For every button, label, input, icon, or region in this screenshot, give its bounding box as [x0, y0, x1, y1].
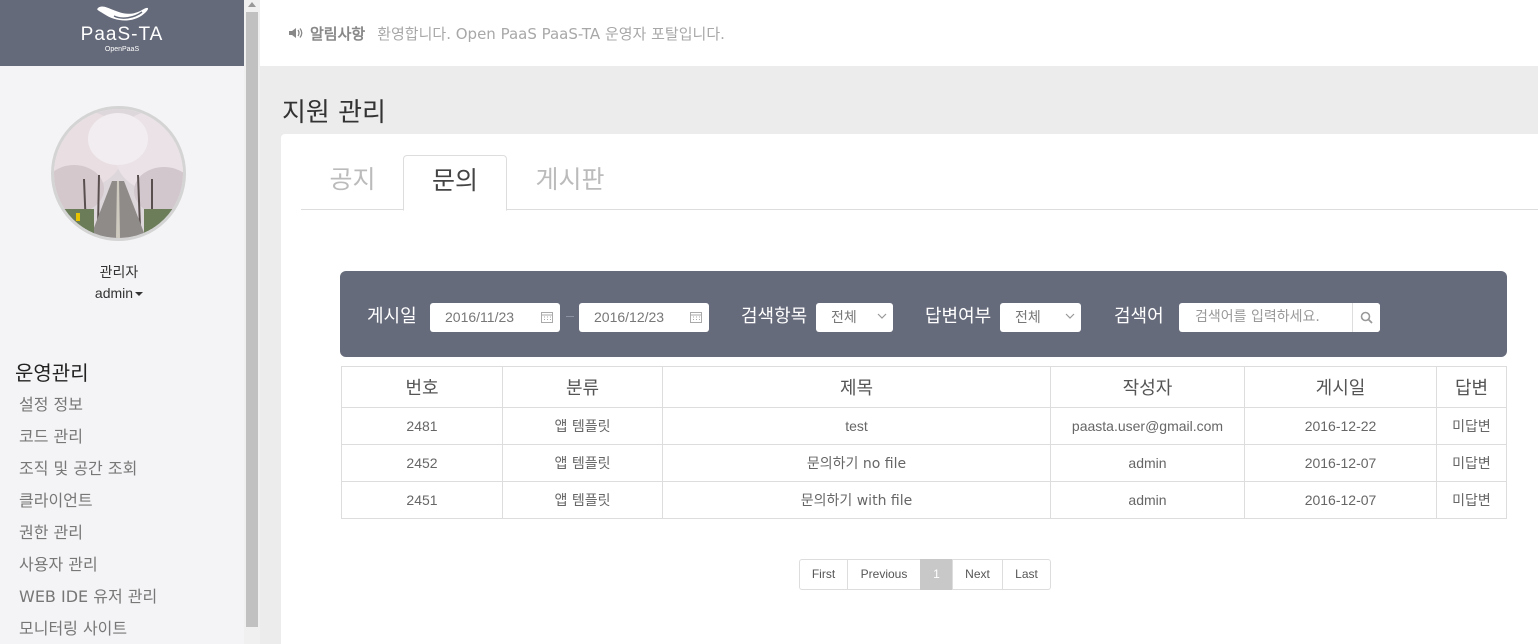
speaker-icon: [289, 28, 303, 38]
logo-swoosh-icon: [97, 6, 149, 21]
sidebar-scrollbar[interactable]: [244, 0, 260, 644]
page-next-button[interactable]: Next: [952, 559, 1003, 590]
keyword-label: 검색어: [1114, 306, 1164, 327]
date-to-value: 2016/12/23: [594, 309, 665, 325]
scroll-up-arrow-icon[interactable]: [248, 2, 256, 7]
cell-date: 2016-12-07: [1244, 444, 1437, 482]
scroll-thumb[interactable]: [246, 12, 258, 627]
cell-date: 2016-12-07: [1244, 481, 1437, 519]
field-select[interactable]: 전체: [816, 303, 893, 332]
user-name: admin: [94, 285, 134, 301]
chevron-down-icon: [877, 313, 887, 319]
main-panel: 공지 문의 게시판 게시일 2016/11/23 2016/12/23 검색항목…: [281, 134, 1538, 644]
cell-author: admin: [1050, 444, 1245, 482]
tab-notice[interactable]: 공지: [301, 155, 404, 210]
sidebar-item-code[interactable]: 코드 관리: [19, 426, 157, 458]
keyword-placeholder: 검색어를 입력하세요.: [1195, 309, 1320, 325]
tab-board[interactable]: 게시판: [507, 155, 633, 210]
date-label: 게시일: [367, 306, 417, 327]
col-header-title[interactable]: 제목: [662, 366, 1051, 408]
cell-category: 앱 템플릿: [502, 481, 663, 519]
sidebar-item-monitoring[interactable]: 모니터링 사이트: [19, 618, 157, 644]
cell-title-link[interactable]: 문의하기 with file: [662, 481, 1051, 519]
user-menu-dropdown[interactable]: admin: [0, 285, 238, 301]
sidebar-menu: 설정 정보 코드 관리 조직 및 공간 조회 클라이언트 권한 관리 사용자 관…: [19, 394, 157, 644]
page-last-button[interactable]: Last: [1002, 559, 1051, 590]
col-header-number[interactable]: 번호: [341, 366, 503, 408]
cell-date: 2016-12-22: [1244, 407, 1437, 445]
col-header-date[interactable]: 게시일: [1244, 366, 1437, 408]
page-current[interactable]: 1: [920, 559, 953, 590]
answer-select[interactable]: 전체: [1000, 303, 1081, 332]
page-first-button[interactable]: First: [799, 559, 848, 590]
menu-section-title: 운영관리: [15, 361, 89, 385]
sidebar-item-settings[interactable]: 설정 정보: [19, 394, 157, 426]
inquiry-table: 번호 분류 제목 작성자 게시일 답변 2481 앱 템플릿 test paas…: [341, 366, 1507, 519]
sidebar-item-permission[interactable]: 권한 관리: [19, 522, 157, 554]
field-select-value: 전체: [831, 309, 857, 325]
sidebar: PaaS-TA OpenPaaS 관리자 admin 운영관리 설정 정보 코드…: [0, 0, 244, 644]
brand-logo[interactable]: PaaS-TA OpenPaaS: [0, 0, 244, 66]
table-row[interactable]: 2481 앱 템플릿 test paasta.user@gmail.com 20…: [341, 407, 1507, 445]
search-filter-bar: 게시일 2016/11/23 2016/12/23 검색항목 전체 답변여부 전…: [340, 271, 1507, 357]
brand-name: PaaS-TA: [80, 24, 164, 45]
cell-title-link[interactable]: 문의하기 no file: [662, 444, 1051, 482]
notice-bar: 알림사항 환영합니다. Open PaaS PaaS-TA 운영자 포탈입니다.: [260, 0, 1538, 66]
table-row[interactable]: 2451 앱 템플릿 문의하기 with file admin 2016-12-…: [341, 481, 1507, 519]
cell-author: paasta.user@gmail.com: [1050, 407, 1245, 445]
page-previous-button[interactable]: Previous: [847, 559, 921, 590]
cell-answer-status: 미답변: [1436, 481, 1507, 519]
search-button[interactable]: [1352, 303, 1380, 332]
date-to-input[interactable]: 2016/12/23: [579, 303, 709, 332]
sidebar-item-org-space[interactable]: 조직 및 공간 조회: [19, 458, 157, 490]
notice-text: 환영합니다. Open PaaS PaaS-TA 운영자 포탈입니다.: [377, 24, 725, 43]
brand-subtitle: OpenPaaS: [104, 46, 140, 53]
table-row[interactable]: 2452 앱 템플릿 문의하기 no file admin 2016-12-07…: [341, 444, 1507, 482]
cell-category: 앱 템플릿: [502, 444, 663, 482]
chevron-down-icon: [1065, 313, 1075, 319]
cell-number: 2452: [341, 444, 503, 482]
table-header-row: 번호 분류 제목 작성자 게시일 답변: [341, 366, 1507, 408]
answer-select-value: 전체: [1015, 309, 1041, 325]
sidebar-item-client[interactable]: 클라이언트: [19, 490, 157, 522]
tab-bar: 공지 문의 게시판: [301, 155, 1538, 211]
cell-number: 2451: [341, 481, 503, 519]
calendar-icon[interactable]: [690, 311, 702, 323]
cell-author: admin: [1050, 481, 1245, 519]
calendar-icon[interactable]: [541, 311, 553, 323]
sidebar-item-users[interactable]: 사용자 관리: [19, 554, 157, 586]
col-header-answer[interactable]: 답변: [1436, 366, 1507, 408]
col-header-category[interactable]: 분류: [502, 366, 663, 408]
date-from-input[interactable]: 2016/11/23: [430, 303, 560, 332]
page-title: 지원 관리: [282, 98, 386, 128]
notice-label: 알림사항: [310, 24, 366, 43]
date-range-separator: [566, 316, 574, 317]
pagination: First Previous 1 Next Last: [799, 559, 1051, 590]
cell-answer-status: 미답변: [1436, 444, 1507, 482]
tab-inquiry[interactable]: 문의: [403, 155, 507, 211]
cell-category: 앱 템플릿: [502, 407, 663, 445]
date-from-value: 2016/11/23: [445, 309, 515, 325]
search-icon: [1360, 311, 1373, 324]
keyword-input[interactable]: 검색어를 입력하세요.: [1179, 303, 1380, 332]
cell-number: 2481: [341, 407, 503, 445]
sidebar-item-webide[interactable]: WEB IDE 유저 관리: [19, 586, 157, 618]
cell-title-link[interactable]: test: [662, 407, 1051, 445]
field-label: 검색항목: [741, 306, 808, 327]
avatar: [51, 106, 186, 241]
caret-down-icon: [135, 292, 144, 297]
user-role: 관리자: [99, 265, 139, 281]
answer-label: 답변여부: [925, 306, 992, 327]
col-header-author[interactable]: 작성자: [1050, 366, 1245, 408]
cell-answer-status: 미답변: [1436, 407, 1507, 445]
